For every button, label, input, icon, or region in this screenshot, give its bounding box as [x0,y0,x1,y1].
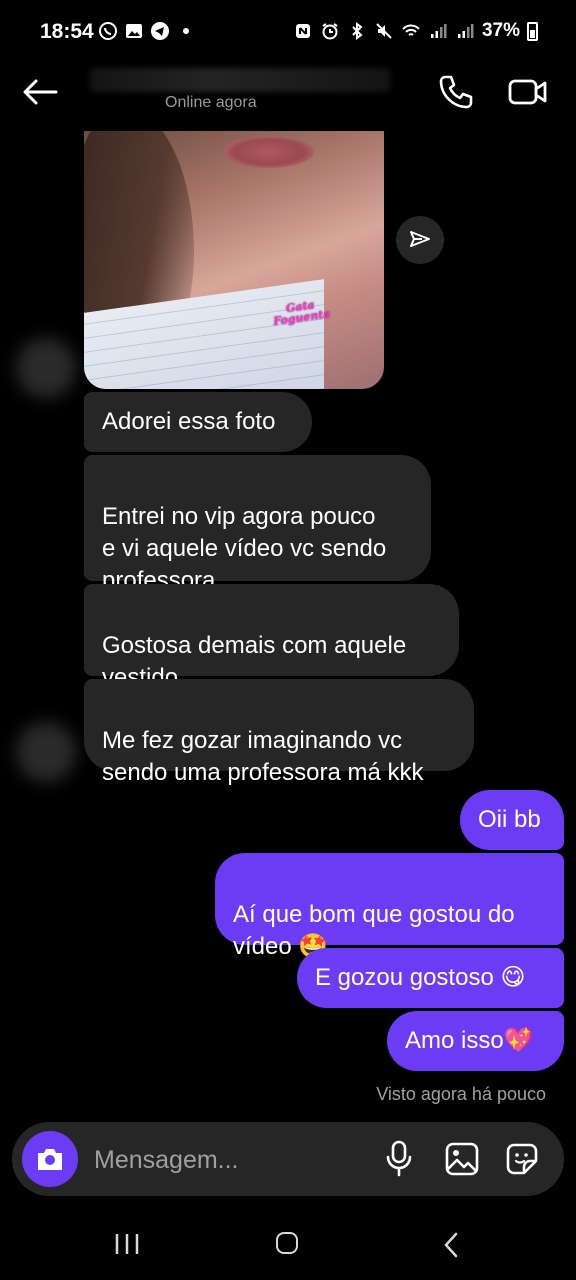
signal-icon [457,24,474,38]
status-time: 18:54 [40,20,94,43]
video-camera-icon[interactable] [506,72,550,112]
sent-message[interactable]: Oii bb [460,790,564,850]
battery-percent: 37% [481,20,520,41]
mute-icon [376,23,392,39]
back-icon[interactable] [442,1232,460,1258]
recent-apps-icon[interactable] [114,1232,140,1256]
photo-watermark: Gata Foguenta [272,298,332,328]
received-message[interactable]: Me fez gozar imaginando vc sendo uma pro… [84,679,474,786]
online-status: Online agora [165,94,257,111]
wifi-icon [402,24,420,36]
received-message[interactable]: Gostosa demais com aquele vestido [84,584,459,691]
microphone-icon[interactable] [384,1140,414,1178]
dot-icon [183,28,189,34]
received-message[interactable]: Adorei essa foto [84,392,312,452]
message-input[interactable] [92,1142,366,1178]
share-button[interactable] [396,216,444,264]
chat-header: Online agora [0,62,576,124]
seen-receipt: Visto agora há pouco [376,1084,546,1104]
back-arrow-icon[interactable] [20,74,60,110]
gallery-icon [126,24,142,38]
whatsapp-icon [99,22,117,40]
nfc-icon [295,24,310,38]
avatar [16,338,76,398]
sent-message[interactable]: Aí que bom que gostou do vídeo 🤩 [215,853,564,960]
camera-icon [38,1149,62,1170]
avatar [16,722,76,782]
status-notification-icons [98,21,196,41]
image-icon[interactable] [444,1141,480,1177]
phone-icon[interactable] [436,72,476,112]
received-message[interactable]: Entrei no vip agora pouco e vi aquele ví… [84,455,431,594]
alarm-icon [322,23,338,40]
battery-icon [527,21,538,41]
sent-message[interactable]: Amo isso💖 [387,1011,564,1071]
send-icon [410,231,430,247]
system-navigation-bar [0,1206,576,1280]
status-system-icons: 37% [293,20,538,42]
bluetooth-icon [352,22,363,40]
telegram-icon [151,22,169,40]
signal-icon [430,24,447,38]
message-composer [12,1122,564,1196]
contact-name-redacted[interactable] [90,68,390,92]
sticker-icon[interactable] [504,1141,540,1177]
photo-message[interactable]: Gata Foguenta [84,131,384,389]
home-icon[interactable] [276,1232,298,1254]
camera-button[interactable] [22,1131,78,1187]
status-bar: 18:54 37% [0,0,576,62]
sent-message[interactable]: E gozou gostoso 😋 [297,948,564,1008]
